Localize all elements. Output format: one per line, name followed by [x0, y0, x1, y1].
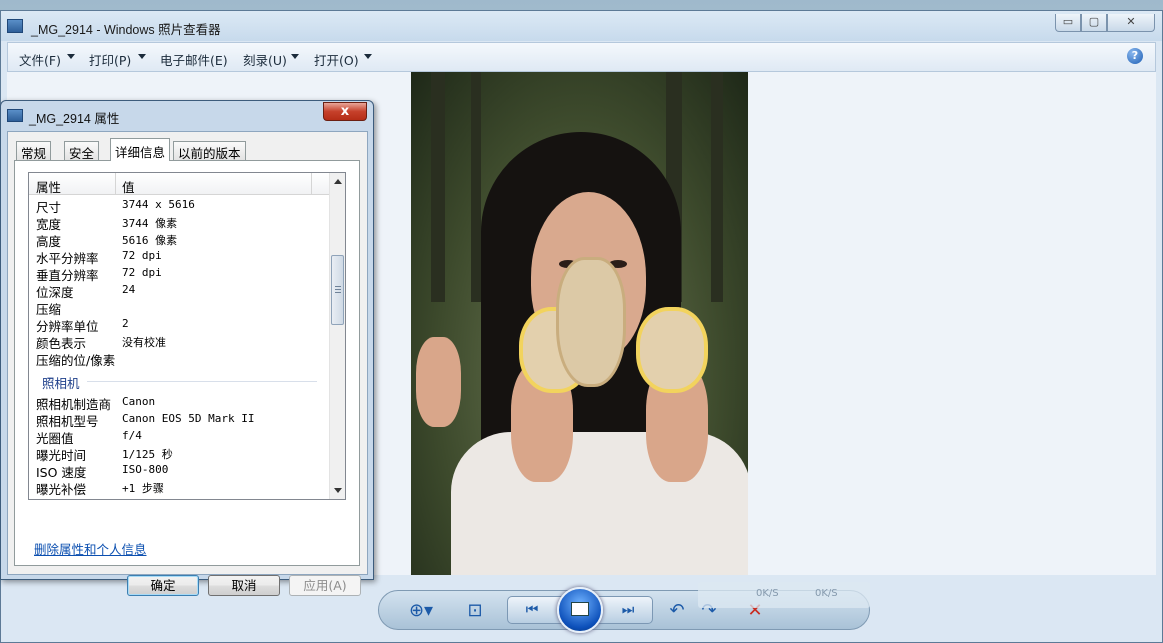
zoom-icon[interactable]: ⊕▾ — [403, 599, 439, 623]
group-title-camera: 照相机 — [42, 376, 80, 391]
tab-previous-versions[interactable]: 以前的版本 — [173, 141, 246, 161]
list-item[interactable]: 曝光补偿 +1 步骤 — [29, 478, 329, 497]
scroll-up-icon[interactable] — [334, 179, 342, 184]
dialog-titlebar[interactable]: _MG_2914 属性 x — [1, 101, 373, 129]
next-icon[interactable]: ⏭ — [616, 598, 640, 622]
dialog-body: 常规 安全 详细信息 以前的版本 属性 值 尺寸 3744 x 5616 宽度 … — [7, 131, 368, 596]
list-item[interactable]: 分辨率单位 2 — [29, 315, 329, 334]
scroll-down-icon[interactable] — [334, 488, 342, 493]
list-item[interactable]: 曝光时间 1/125 秒 — [29, 444, 329, 463]
download-speed: 0K/S — [815, 588, 838, 599]
details-panel: 属性 值 尺寸 3744 x 5616 宽度 3744 像素 高度 5616 像… — [14, 160, 360, 566]
displayed-photo — [411, 72, 748, 575]
list-item[interactable]: 颜色表示 没有校准 — [29, 332, 329, 351]
rotate-counterclockwise-icon[interactable]: ↶ — [665, 599, 689, 623]
menu-print[interactable]: 打印(P) — [89, 50, 131, 69]
upload-speed: 0K/S — [756, 588, 779, 599]
properties-dialog: _MG_2914 属性 x 常规 安全 详细信息 以前的版本 属性 值 尺寸 3… — [0, 100, 374, 596]
tab-details[interactable]: 详细信息 — [110, 138, 171, 161]
scrollbar-thumb[interactable] — [331, 255, 344, 325]
viewer-titlebar[interactable]: _MG_2914 - Windows 照片查看器 ▭ ▢ ✕ — [1, 11, 1162, 41]
photo-viewer-app-icon — [7, 19, 23, 33]
minimize-button[interactable]: ▭ — [1055, 14, 1081, 32]
list-item[interactable]: 高度 5616 像素 — [29, 230, 329, 249]
apply-button[interactable]: 应用(A) — [289, 575, 361, 596]
slideshow-button[interactable] — [557, 587, 603, 633]
actual-size-icon[interactable]: ⊡ — [463, 599, 487, 623]
menu-file[interactable]: 文件(F) — [19, 50, 61, 69]
previous-icon[interactable]: ⏮ — [520, 598, 544, 622]
menu-burn-dropdown-icon[interactable] — [291, 54, 299, 59]
column-header-property[interactable]: 属性 — [36, 177, 61, 196]
help-icon[interactable]: ? — [1127, 48, 1143, 64]
menu-open[interactable]: 打开(O) — [314, 50, 359, 69]
image-file-icon — [7, 109, 23, 122]
viewer-window-title: _MG_2914 - Windows 照片查看器 — [31, 23, 221, 37]
maximize-button[interactable]: ▢ — [1081, 14, 1107, 32]
list-item[interactable]: 压缩的位/像素 — [29, 349, 329, 368]
list-item[interactable]: 照相机制造商 Canon — [29, 393, 329, 412]
network-speed-overlay: 0K/S 0K/S — [698, 582, 870, 608]
property-list-scrollbar[interactable] — [329, 173, 345, 499]
column-header-value[interactable]: 值 — [122, 177, 135, 196]
menu-print-dropdown-icon[interactable] — [138, 54, 146, 59]
menu-email[interactable]: 电子邮件(E) — [160, 50, 228, 69]
viewer-menubar: 文件(F) 打印(P) 电子邮件(E) 刻录(U) 打开(O) ? — [7, 42, 1156, 72]
list-item[interactable]: 宽度 3744 像素 — [29, 213, 329, 232]
remove-properties-link[interactable]: 删除属性和个人信息 — [34, 539, 147, 558]
list-item[interactable]: 光圈值 f/4 — [29, 427, 329, 446]
list-item[interactable]: 水平分辨率 72 dpi — [29, 247, 329, 266]
list-item[interactable]: 压缩 — [29, 298, 329, 317]
list-item[interactable]: 尺寸 3744 x 5616 — [29, 196, 329, 215]
group-divider — [87, 381, 317, 382]
list-item[interactable]: 位深度 24 — [29, 281, 329, 300]
dialog-close-button[interactable]: x — [323, 102, 367, 121]
list-item[interactable]: ISO 速度 ISO-800 — [29, 461, 329, 480]
tab-general[interactable]: 常规 — [16, 141, 52, 161]
dialog-title: _MG_2914 属性 — [29, 112, 120, 126]
menu-file-dropdown-icon[interactable] — [67, 54, 75, 59]
cancel-button[interactable]: 取消 — [208, 575, 280, 596]
menu-open-dropdown-icon[interactable] — [364, 54, 372, 59]
list-item[interactable]: 照相机型号 Canon EOS 5D Mark II — [29, 410, 329, 429]
ok-button[interactable]: 确定 — [127, 575, 199, 596]
list-item[interactable]: 垂直分辨率 72 dpi — [29, 264, 329, 283]
close-window-button[interactable]: ✕ — [1107, 14, 1155, 32]
menu-burn[interactable]: 刻录(U) — [243, 50, 287, 69]
tab-security[interactable]: 安全 — [64, 141, 100, 161]
property-list-header: 属性 值 — [29, 173, 329, 195]
property-list[interactable]: 属性 值 尺寸 3744 x 5616 宽度 3744 像素 高度 5616 像… — [28, 172, 346, 500]
slideshow-icon — [571, 602, 589, 616]
